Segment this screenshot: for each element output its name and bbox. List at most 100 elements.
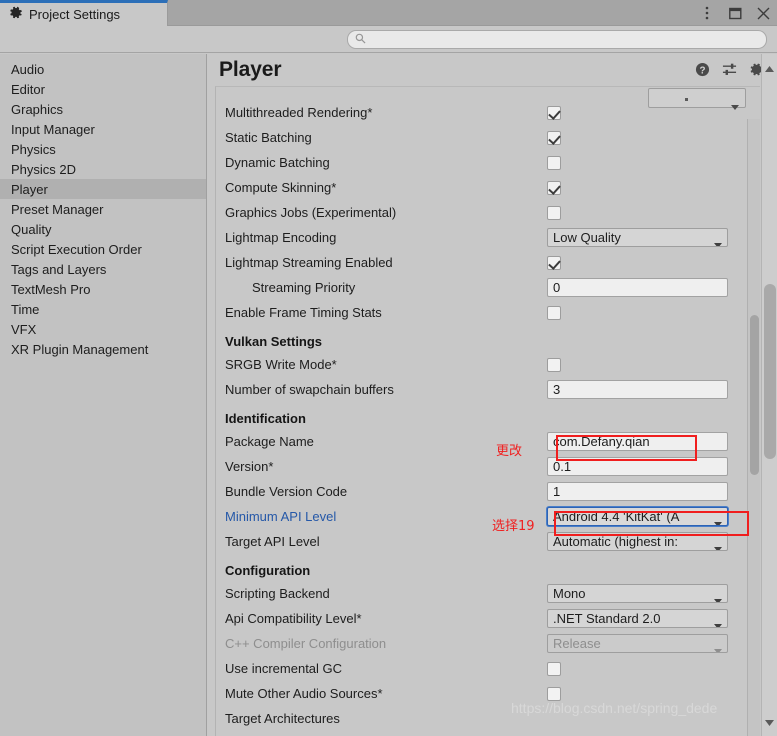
sidebar-item-audio[interactable]: Audio	[0, 59, 206, 79]
inspector-scrollbar-thumb[interactable]	[750, 315, 759, 475]
swapchain-buffers-field[interactable]: 3	[547, 380, 728, 399]
row-dynamic-batching[interactable]: Dynamic Batching	[225, 150, 756, 175]
row-label: Target API Level	[225, 534, 320, 549]
header-icons: ?	[695, 62, 765, 78]
row-package-name[interactable]: Package Name com.Defany.qian	[225, 429, 756, 454]
sidebar-item-textmesh-pro[interactable]: TextMesh Pro	[0, 279, 206, 299]
page-title: Player	[219, 58, 282, 81]
api-compatibility-level-dropdown[interactable]: .NET Standard 2.0	[547, 609, 728, 628]
chevron-down-icon	[714, 642, 722, 652]
row-label: Api Compatibility Level*	[225, 611, 362, 626]
bundle-version-code-field[interactable]: 1	[547, 482, 728, 501]
row-label: Graphics Jobs (Experimental)	[225, 205, 397, 220]
row-lightmap-encoding[interactable]: Lightmap Encoding Low Quality	[225, 225, 756, 250]
dropdown-value: Automatic (highest in:	[553, 534, 679, 549]
row-target-api-level[interactable]: Target API Level Automatic (highest in:	[225, 529, 756, 554]
row-mute-other-audio-sources[interactable]: Mute Other Audio Sources*	[225, 681, 756, 706]
mute-other-audio-sources-checkbox[interactable]	[547, 686, 561, 701]
sidebar-item-player[interactable]: Player	[0, 179, 206, 199]
sidebar-item-label: Graphics	[11, 101, 64, 117]
streaming-priority-field[interactable]: 0	[547, 278, 728, 297]
package-name-field[interactable]: com.Defany.qian	[547, 432, 728, 451]
sidebar-item-tags-and-layers[interactable]: Tags and Layers	[0, 259, 206, 279]
target-api-level-dropdown[interactable]: Automatic (highest in:	[547, 532, 728, 551]
row-static-batching[interactable]: Static Batching	[225, 125, 756, 150]
preset-icon[interactable]	[722, 62, 738, 78]
chevron-down-icon	[714, 617, 722, 627]
row-scripting-backend[interactable]: Scripting Backend Mono	[225, 581, 756, 606]
close-icon[interactable]	[755, 5, 771, 21]
row-label: Use incremental GC	[225, 661, 343, 676]
scripting-backend-dropdown[interactable]: Mono	[547, 584, 728, 603]
section-label: Vulkan Settings	[225, 334, 323, 349]
main-header: Player ?	[207, 54, 777, 86]
row-swapchain-buffers[interactable]: Number of swapchain buffers 3	[225, 377, 756, 402]
row-streaming-priority[interactable]: Streaming Priority 0	[225, 275, 756, 300]
tab-project-settings[interactable]: Project Settings	[0, 0, 168, 26]
maximize-icon[interactable]	[727, 5, 743, 21]
row-label: Number of swapchain buffers	[225, 382, 394, 397]
inspector-scrollbar[interactable]	[747, 119, 760, 736]
sidebar-item-script-execution-order[interactable]: Script Execution Order	[0, 239, 206, 259]
row-bundle-version-code[interactable]: Bundle Version Code 1	[225, 479, 756, 504]
row-srgb-write-mode[interactable]: SRGB Write Mode*	[225, 352, 756, 377]
row-version[interactable]: Version* 0.1	[225, 454, 756, 479]
row-label: SRGB Write Mode*	[225, 357, 337, 372]
sidebar-item-graphics[interactable]: Graphics	[0, 99, 206, 119]
body: Audio Editor Graphics Input Manager Phys…	[0, 54, 777, 736]
search-box[interactable]	[347, 30, 767, 49]
sidebar-item-time[interactable]: Time	[0, 299, 206, 319]
multithreaded-rendering-checkbox[interactable]	[547, 105, 561, 120]
sidebar-item-physics-2d[interactable]: Physics 2D	[0, 159, 206, 179]
graphics-jobs-checkbox[interactable]	[547, 205, 561, 220]
scroll-up-arrow-icon[interactable]	[765, 59, 774, 77]
gear-icon	[9, 6, 23, 23]
sidebar-item-physics[interactable]: Physics	[0, 139, 206, 159]
row-frame-timing-stats[interactable]: Enable Frame Timing Stats	[225, 300, 756, 325]
search-input[interactable]	[370, 32, 766, 47]
row-minimum-api-level[interactable]: Minimum API Level Android 4.4 'KitKat' (…	[225, 504, 756, 529]
srgb-write-mode-checkbox[interactable]	[547, 357, 561, 372]
sidebar-item-preset-manager[interactable]: Preset Manager	[0, 199, 206, 219]
window-scrollbar[interactable]	[761, 54, 777, 736]
row-compute-skinning[interactable]: Compute Skinning*	[225, 175, 756, 200]
sidebar-item-label: Preset Manager	[11, 201, 104, 217]
sidebar-item-xr-plugin-management[interactable]: XR Plugin Management	[0, 339, 206, 359]
row-use-incremental-gc[interactable]: Use incremental GC	[225, 656, 756, 681]
row-api-compatibility-level[interactable]: Api Compatibility Level* .NET Standard 2…	[225, 606, 756, 631]
row-label: Bundle Version Code	[225, 484, 348, 499]
sidebar-item-editor[interactable]: Editor	[0, 79, 206, 99]
search-row	[0, 26, 777, 53]
sidebar-item-label: Physics	[11, 141, 56, 157]
sidebar-item-label: Editor	[11, 81, 45, 97]
dynamic-batching-checkbox[interactable]	[547, 155, 561, 170]
row-label: Enable Frame Timing Stats	[225, 305, 382, 320]
section-label: Configuration	[225, 563, 311, 578]
version-field[interactable]: 0.1	[547, 457, 728, 476]
sidebar-item-input-manager[interactable]: Input Manager	[0, 119, 206, 139]
dropdown-value: Release	[553, 636, 601, 651]
window-controls	[699, 0, 771, 26]
row-cpp-compiler-configuration: C++ Compiler Configuration Release	[225, 631, 756, 656]
lightmap-encoding-dropdown[interactable]: Low Quality	[547, 228, 728, 247]
menu-kebab-icon[interactable]	[699, 5, 715, 21]
row-lightmap-streaming[interactable]: Lightmap Streaming Enabled	[225, 250, 756, 275]
help-icon[interactable]: ?	[695, 62, 711, 78]
row-graphics-jobs[interactable]: Graphics Jobs (Experimental)	[225, 200, 756, 225]
chevron-down-icon	[714, 515, 722, 525]
scroll-down-arrow-icon[interactable]	[765, 713, 774, 731]
sidebar-item-vfx[interactable]: VFX	[0, 319, 206, 339]
static-batching-checkbox[interactable]	[547, 130, 561, 145]
frame-timing-stats-checkbox[interactable]	[547, 305, 561, 320]
player-settings-inspector: Multithreaded Rendering* Static Batching…	[215, 86, 760, 736]
use-incremental-gc-checkbox[interactable]	[547, 661, 561, 676]
lightmap-streaming-checkbox[interactable]	[547, 255, 561, 270]
row-target-architectures[interactable]: Target Architectures	[225, 706, 756, 731]
sidebar-item-quality[interactable]: Quality	[0, 219, 206, 239]
compute-skinning-checkbox[interactable]	[547, 180, 561, 195]
row-multithreaded-rendering[interactable]: Multithreaded Rendering*	[225, 100, 756, 125]
sidebar-item-label: Physics 2D	[11, 161, 77, 177]
window-scrollbar-thumb[interactable]	[764, 284, 776, 459]
sidebar-item-label: Input Manager	[11, 121, 95, 137]
minimum-api-level-dropdown[interactable]: Android 4.4 'KitKat' (A	[547, 507, 728, 526]
